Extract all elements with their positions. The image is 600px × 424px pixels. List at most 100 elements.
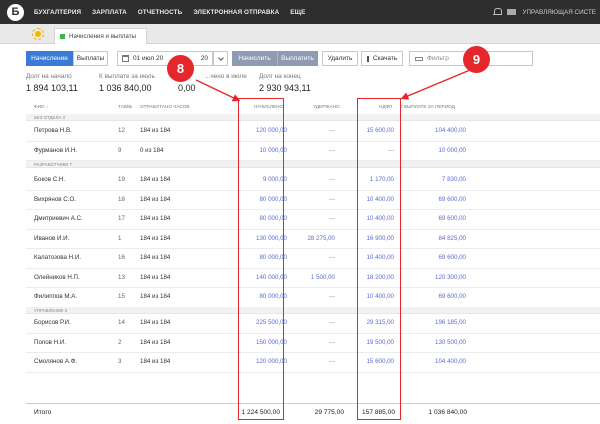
cell-name[interactable]: Смолянов А.Ф. (34, 358, 77, 365)
tab-status-icon (60, 34, 65, 39)
cell-hours: 184 из 184 (140, 176, 171, 183)
table-row[interactable]: Боков С.Н. 19 184 из 184 9 000,00—1 170,00 7… (26, 171, 600, 191)
cell-withheld[interactable]: — (329, 196, 335, 203)
cell-name[interactable]: Фурманов И.Н. (34, 147, 77, 154)
cell-withheld[interactable]: — (329, 176, 335, 183)
cell-tab: 14 (118, 319, 125, 326)
table-row[interactable]: Фурманов И.Н. 9 0 из 184 10 000,00— —10 000,… (26, 142, 600, 161)
cell-hours: 184 из 184 (140, 319, 171, 326)
cell-payout[interactable]: 69 600,00 (438, 196, 466, 203)
cell-name[interactable]: Дмитриевич А.С. (34, 215, 83, 222)
cell-name[interactable]: Иванов И.И. (34, 235, 69, 242)
cell-withheld[interactable]: — (329, 319, 335, 326)
cell-payout[interactable]: 69 600,00 (438, 254, 466, 261)
pay-button[interactable]: Выплатить (277, 51, 318, 66)
table-row[interactable]: Петрова Н.В. 12 184 из 184 120 000,00—15 60… (26, 122, 600, 142)
table-row[interactable]: Борисов Р.И. 14 184 из 184 225 500,00—29 31… (26, 314, 600, 334)
nav-reports[interactable]: ОТЧЕТНОСТЬ (138, 9, 182, 16)
table-row[interactable]: Олейников Н.П. 13 184 из 184 140 000,00 1 50… (26, 269, 600, 288)
cell-name[interactable]: Калатозова Н.И. (34, 254, 81, 261)
cell-name[interactable]: Филиппов М.А. (34, 293, 77, 300)
print-icon (366, 55, 369, 62)
cell-payout[interactable]: 130 500,00 (435, 339, 466, 346)
cell-payout[interactable]: 84 825,00 (438, 235, 466, 242)
nav-more[interactable]: ЕЩЕ (290, 9, 305, 16)
summary-to-pay-label: К выплате за июль (99, 73, 155, 80)
cell-withheld[interactable]: 1 500,00 (311, 274, 335, 281)
cell-name[interactable]: Борисов Р.И. (34, 319, 71, 326)
cell-payout[interactable]: 104 400,00 (435, 127, 466, 134)
column-header-tab[interactable]: ТАБ№ (118, 104, 132, 109)
cell-payout[interactable]: 104 400,00 (435, 358, 466, 365)
cell-name[interactable]: Петрова Н.В. (34, 127, 72, 134)
cell-withheld[interactable]: 28 275,00 (307, 235, 335, 242)
cell-hours: 184 из 184 (140, 338, 171, 346)
organization-flag-icon (507, 9, 517, 15)
cell-hours: 184 из 184 (140, 234, 171, 242)
tab-accruals-and-payouts[interactable]: Начисления и выплаты (54, 28, 147, 44)
group-row[interactable]: РАЗРАБОТЧИКИ 7 (26, 161, 600, 168)
delete-button[interactable]: Удалить (322, 51, 358, 66)
cell-name[interactable]: Вихрянов С.О. (34, 196, 76, 203)
nav-salary[interactable]: ЗАРПЛАТА (92, 9, 127, 16)
group-row[interactable]: БЕЗ ОТДЕЛА 3 (26, 114, 600, 121)
cell-hours: 184 из 184 (140, 127, 171, 134)
cell-payout[interactable]: 10 000,00 (438, 147, 466, 154)
totals-payout: 1 036 840,00 (428, 409, 467, 416)
cell-payout[interactable]: 69 600,00 (438, 293, 466, 300)
cell-tab: 19 (118, 176, 125, 183)
cell-tab: 13 (118, 273, 125, 281)
app-logo[interactable]: Б (7, 3, 24, 21)
cell-name[interactable]: Олейников Н.П. (34, 274, 80, 281)
column-header-hours[interactable]: ОТРАБОТАНО ЧАСОВ (140, 104, 190, 109)
toolbar: Начисление Выплаты 01 июл 20 20 Начислит… (26, 51, 533, 66)
table-row[interactable]: Иванов И.И. 1 184 из 184 130 000,00 28 275,0… (26, 230, 600, 249)
cell-hours: 184 из 184 (140, 215, 171, 222)
nav-electronic-sending[interactable]: ЭЛЕКТРОННАЯ ОТПРАВКА (193, 9, 279, 16)
accruals-toggle-button[interactable]: Начисление (26, 51, 73, 66)
cell-payout[interactable]: 7 830,00 (442, 176, 466, 183)
summary-debt-end-label: Долг на конец (259, 73, 301, 80)
cell-payout[interactable]: 69 600,00 (438, 215, 466, 222)
calculate-button[interactable]: Начислить (232, 51, 277, 66)
bell-icon[interactable] (493, 7, 503, 17)
group-row[interactable]: УПРАВЛЕНИЕ 3 (26, 307, 600, 314)
cell-payout[interactable]: 120 300,00 (435, 274, 466, 281)
payouts-toggle-button[interactable]: Выплаты (73, 51, 108, 66)
cell-tab: 12 (118, 127, 125, 134)
cell-withheld[interactable]: — (329, 339, 335, 346)
cell-tab: 17 (118, 215, 125, 222)
cell-name[interactable]: Боков С.Н. (34, 176, 65, 183)
cell-tab: 15 (118, 293, 125, 300)
table-row[interactable]: Смолянов А.Ф. 3 184 из 184 120 000,00—15 60… (26, 353, 600, 373)
cell-withheld[interactable]: — (329, 127, 335, 134)
cell-tab: 18 (118, 195, 125, 203)
cell-withheld[interactable]: — (329, 293, 335, 300)
organization-name[interactable]: УПРАВЛЯЮЩАЯ СИСТЕ (522, 9, 596, 16)
column-header-payout[interactable]: К ВЫПЛАТЕ ЗА ПЕРИОД (400, 104, 455, 109)
arrow-to-accrued (195, 79, 241, 102)
group-label: УПРАВЛЕНИЕ 3 (34, 308, 68, 313)
table-row[interactable]: Филиппов М.А. 15 184 из 184 80 000,00—10 40… (26, 288, 600, 308)
sun-icon[interactable] (32, 28, 44, 40)
download-button[interactable]: Скачать (361, 51, 403, 66)
table-row[interactable]: Дмитриевич А.С. 17 184 из 184 80 000,00—10 … (26, 210, 600, 230)
period-dropdown-button[interactable] (213, 51, 228, 66)
table-row[interactable]: Калатозова Н.И. 16 184 из 184 80 000,00—10 … (26, 249, 600, 269)
cell-withheld[interactable]: — (329, 215, 335, 222)
column-header-withheld[interactable]: УДЕРЖАНО (313, 104, 340, 109)
column-header-name[interactable]: ФИО ↑ (34, 104, 48, 109)
cell-name[interactable]: Попов Н.И. (34, 339, 66, 346)
nav-accounting[interactable]: БУХГАЛТЕРИЯ (34, 9, 81, 16)
summary-paid-label: ...чено в июле (205, 73, 247, 80)
highlight-accrued-column (238, 98, 284, 420)
date-value: 01 июл 20 (133, 55, 164, 62)
cell-payout[interactable]: 196 185,00 (435, 319, 466, 326)
date-picker[interactable]: 01 июл 20 20 (117, 51, 213, 66)
cell-withheld[interactable]: — (329, 147, 335, 154)
cell-withheld[interactable]: — (329, 254, 335, 261)
table-row[interactable]: Попов Н.И. 2 184 из 184 150 000,00—19 500,0… (26, 334, 600, 353)
cell-hours: 0 из 184 (140, 146, 164, 154)
cell-withheld[interactable]: — (329, 358, 335, 365)
table-row[interactable]: Вихрянов С.О. 18 184 из 184 80 000,00—10 40… (26, 191, 600, 210)
